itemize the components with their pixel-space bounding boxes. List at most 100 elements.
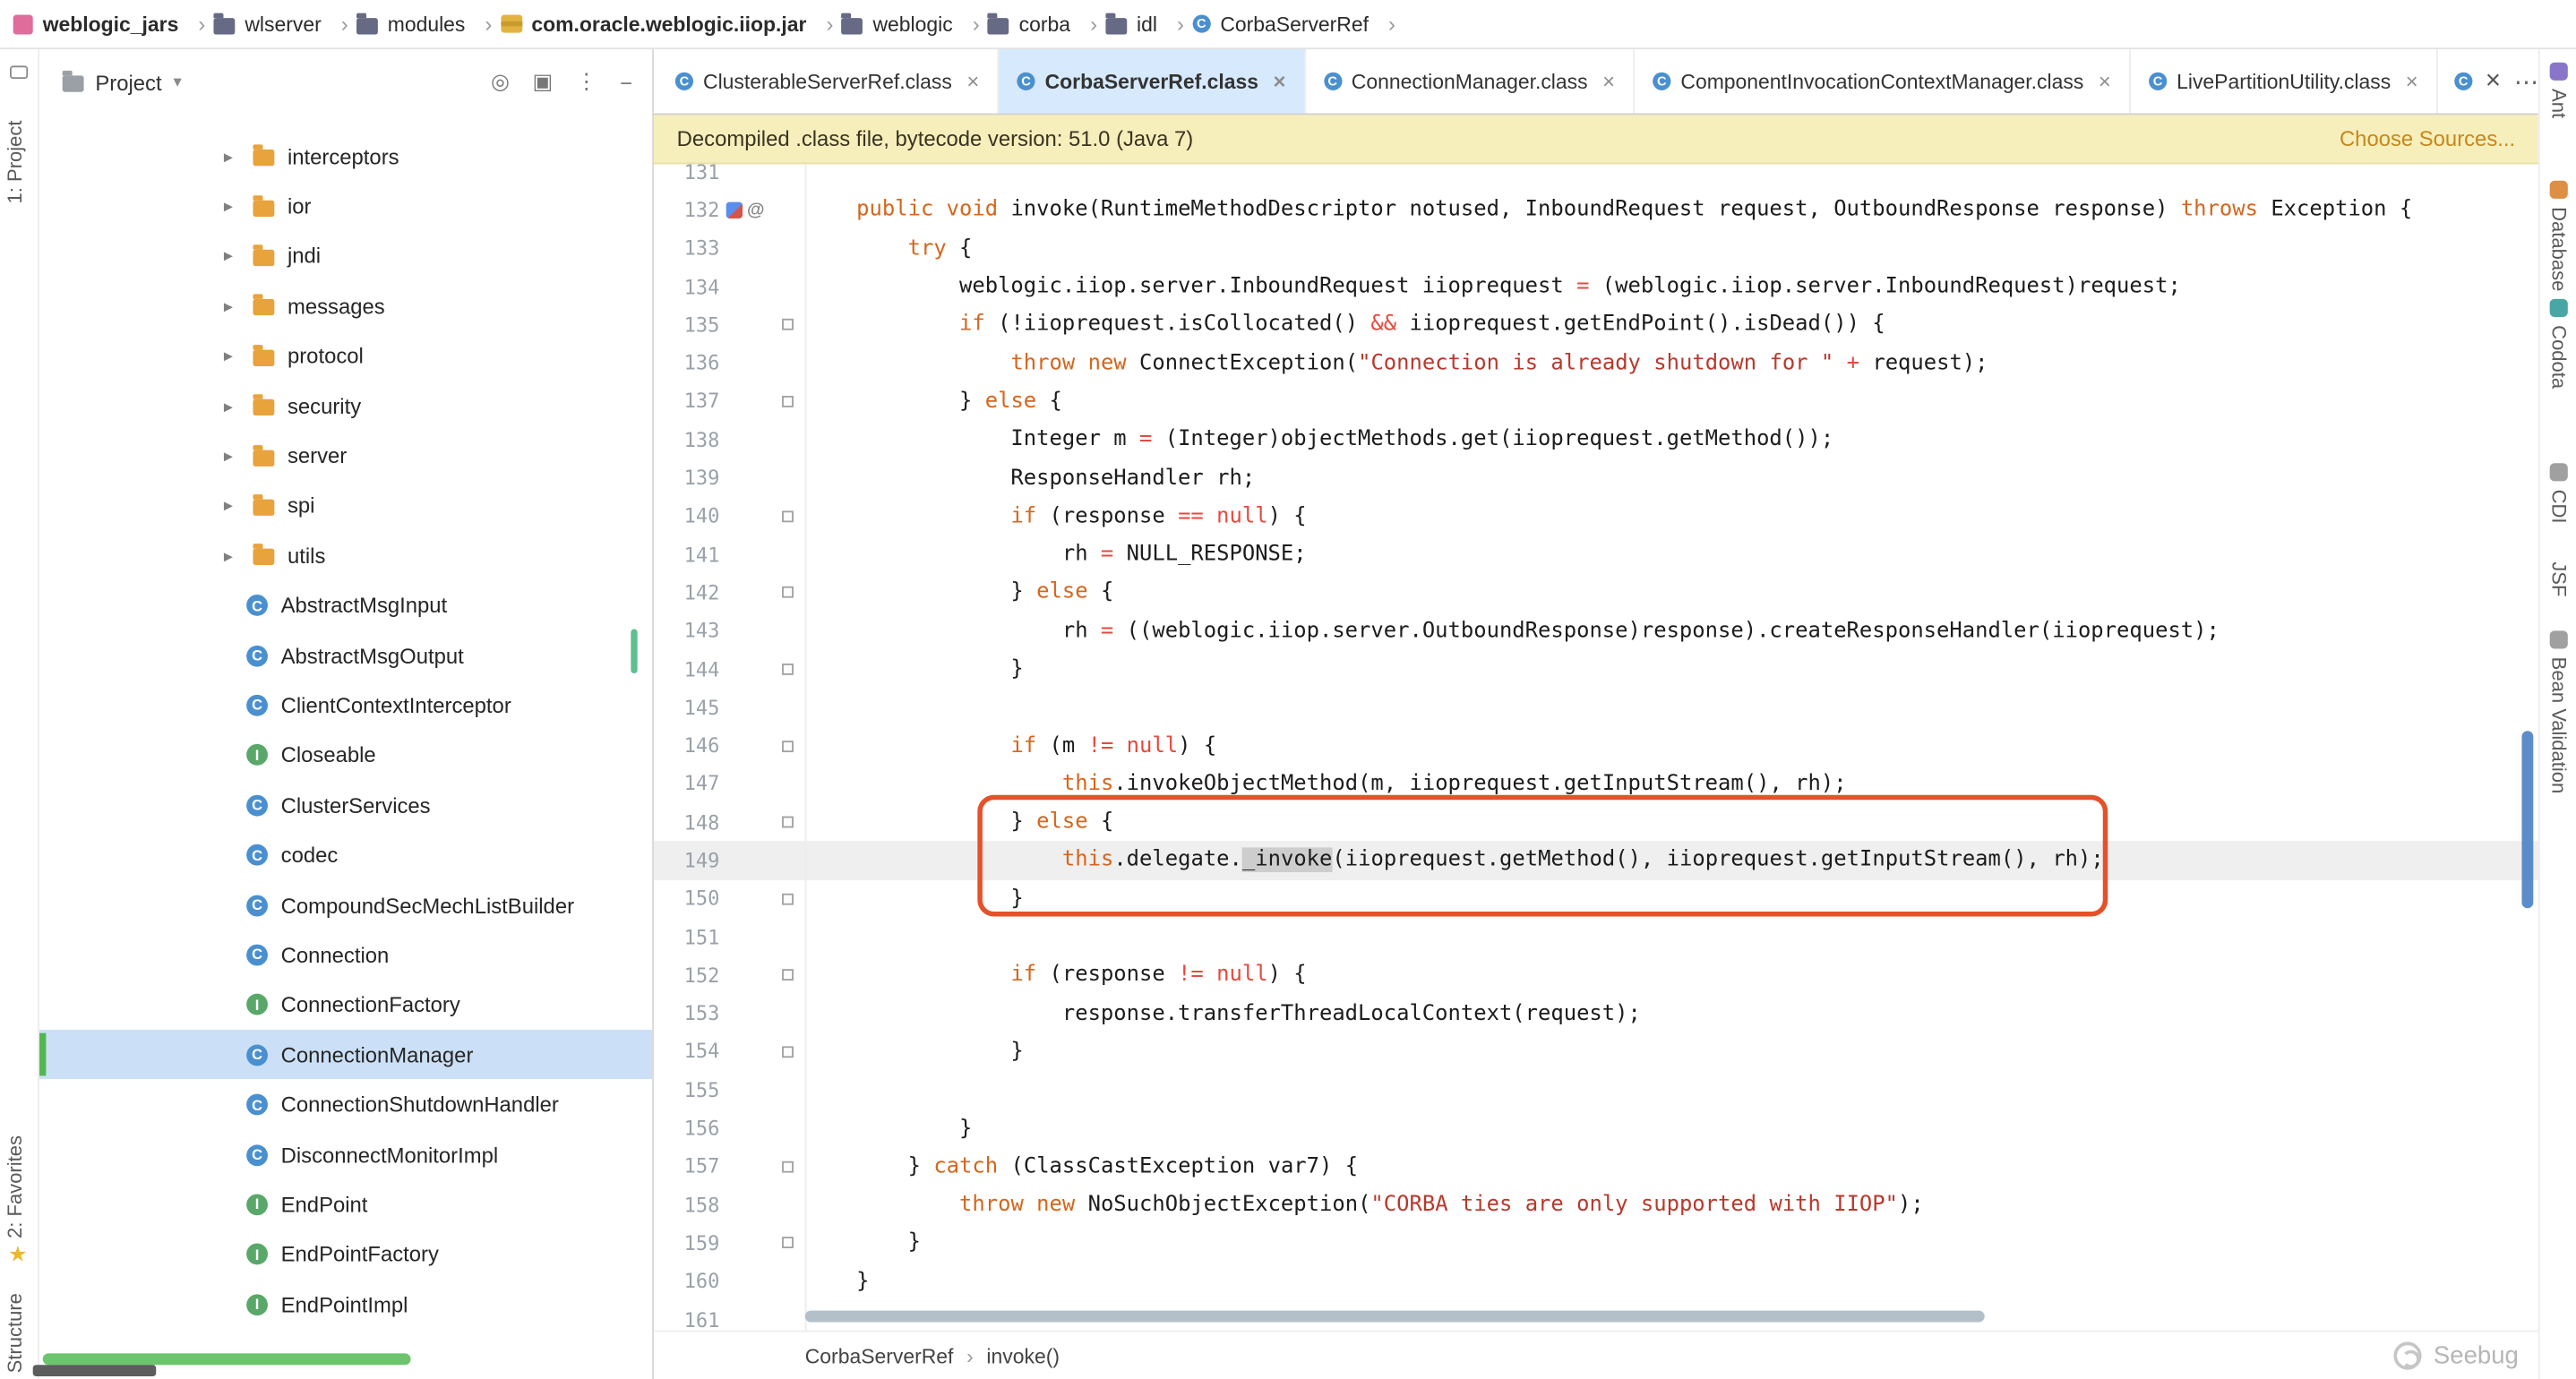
line-number[interactable]: 151 (654, 926, 719, 949)
code-line-141[interactable]: 141 rh = NULL_RESPONSE; (654, 535, 2538, 574)
tree-folder-jndi[interactable]: ▸jndi (39, 231, 652, 281)
tab-corbaserverref-class[interactable]: CorbaServerRef.class× (999, 49, 1305, 114)
fold-marker-icon[interactable] (781, 319, 793, 330)
line-number[interactable]: 160 (654, 1270, 719, 1293)
code-line-148[interactable]: 148 } else { (654, 803, 2538, 842)
code-line-142[interactable]: 142 } else { (654, 574, 2538, 612)
tab-connectionmanager-class[interactable]: ConnectionManager.class× (1305, 49, 1635, 114)
line-number[interactable]: 145 (654, 696, 719, 719)
line-number[interactable]: 159 (654, 1232, 719, 1255)
line-number[interactable]: 148 (654, 811, 719, 835)
code-line-151[interactable]: 151 (654, 918, 2538, 956)
code-line-159[interactable]: 159 } (654, 1224, 2538, 1263)
tool-button-ant[interactable]: Ant (2540, 63, 2576, 127)
breadcrumb-class[interactable]: CorbaServerRef (805, 1344, 954, 1367)
code-line-158[interactable]: 158 throw new NoSuchObjectException("COR… (654, 1186, 2538, 1224)
line-number[interactable]: 152 (654, 964, 719, 987)
code-line-139[interactable]: 139 ResponseHandler rh; (654, 458, 2538, 497)
tree-class-ConnectionFactory[interactable]: ConnectionFactory (39, 980, 652, 1030)
line-number[interactable]: 131 (654, 164, 719, 183)
code-line-150[interactable]: 150 } (654, 879, 2538, 918)
close-icon[interactable]: × (2486, 66, 2501, 96)
code-line-156[interactable]: 156 } (654, 1109, 2538, 1148)
line-number[interactable]: 153 (654, 1002, 719, 1025)
code-line-149[interactable]: 149 this.delegate._invoke(iioprequest.ge… (654, 842, 2538, 880)
close-icon[interactable]: × (2406, 69, 2418, 94)
tool-button-bean-validation[interactable]: Bean Validation (2540, 630, 2576, 801)
code-line-137[interactable]: 137 } else { (654, 382, 2538, 421)
code-line-157[interactable]: 157 } catch (ClassCastException var7) { (654, 1148, 2538, 1186)
tree-class-EndPoint[interactable]: EndPoint (39, 1179, 652, 1229)
tree-folder-messages[interactable]: ▸messages (39, 281, 652, 331)
tree-class-ClusterServices[interactable]: ClusterServices (39, 780, 652, 830)
code-line-134[interactable]: 134 weblogic.iiop.server.InboundRequest … (654, 268, 2538, 306)
line-number[interactable]: 138 (654, 428, 719, 451)
line-number[interactable]: 132 (654, 199, 719, 222)
line-number[interactable]: 155 (654, 1079, 719, 1102)
code-line-140[interactable]: 140 if (response == null) { (654, 497, 2538, 535)
chevron-right-icon[interactable]: ▸ (217, 146, 240, 167)
breadcrumb-item[interactable]: CorbaServerRef› (1192, 12, 1400, 37)
tree-folder-spi[interactable]: ▸spi (39, 481, 652, 531)
tree-class-AbstractMsgOutput[interactable]: AbstractMsgOutput (39, 630, 652, 681)
line-number[interactable]: 150 (654, 887, 719, 911)
tree-class-AbstractMsgInput[interactable]: AbstractMsgInput (39, 580, 652, 630)
code-line-152[interactable]: 152 if (response != null) { (654, 956, 2538, 995)
editor-hscrollbar[interactable] (805, 1311, 1985, 1323)
editor-vscrollbar[interactable] (2521, 731, 2533, 908)
tree-class-ConnectionManager[interactable]: ConnectionManager (39, 1030, 652, 1080)
breadcrumb-item[interactable]: corba› (988, 12, 1103, 37)
line-number[interactable]: 158 (654, 1194, 719, 1217)
close-icon[interactable]: × (2099, 69, 2111, 94)
close-icon[interactable]: × (966, 69, 979, 94)
tree-folder-security[interactable]: ▸security (39, 381, 652, 431)
code-line-147[interactable]: 147 this.invokeObjectMethod(m, iiopreque… (654, 765, 2538, 803)
code-line-138[interactable]: 138 Integer m = (Integer)objectMethods.g… (654, 421, 2538, 459)
code-line-131[interactable]: 131 (654, 164, 2538, 191)
fold-marker-icon[interactable] (781, 740, 793, 751)
chevron-right-icon[interactable]: ▸ (217, 445, 240, 467)
code-line-133[interactable]: 133 try { (654, 229, 2538, 268)
code-line-154[interactable]: 154 } (654, 1032, 2538, 1071)
more-tabs-icon[interactable]: ⋯ (2514, 66, 2540, 96)
tree-class-ConnectionShutdownHandler[interactable]: ConnectionShutdownHandler (39, 1080, 652, 1130)
line-number[interactable]: 134 (654, 275, 719, 298)
line-number[interactable]: 140 (654, 505, 719, 528)
split-icon[interactable]: ▣ (532, 69, 553, 95)
chevron-right-icon[interactable]: ▸ (217, 495, 240, 517)
tree-folder-protocol[interactable]: ▸protocol (39, 331, 652, 381)
fold-marker-icon[interactable] (781, 893, 793, 904)
tree-folder-utils[interactable]: ▸utils (39, 531, 652, 581)
chevron-right-icon[interactable]: ▸ (217, 346, 240, 367)
line-number[interactable]: 136 (654, 352, 719, 375)
tab-livepartitionutility-class[interactable]: LivePartitionUtility.class× (2131, 49, 2438, 114)
line-number[interactable]: 137 (654, 390, 719, 413)
line-number[interactable]: 144 (654, 658, 719, 681)
line-number[interactable]: 156 (654, 1117, 719, 1140)
hide-panel-icon[interactable]: − (620, 70, 632, 95)
tool-button-jsf[interactable]: JSF (2540, 561, 2576, 604)
tab-componentinvocationcontextmanager-class[interactable]: ComponentInvocationContextManager.class× (1635, 49, 2131, 114)
tree-class-codec[interactable]: codec (39, 830, 652, 880)
line-number[interactable]: 139 (654, 467, 719, 490)
breadcrumb-item[interactable]: com.oracle.weblogic.iiop.jar› (501, 12, 838, 37)
fold-marker-icon[interactable] (781, 664, 793, 675)
fold-marker-icon[interactable] (781, 396, 793, 407)
tree-class-DisconnectMonitorImpl[interactable]: DisconnectMonitorImpl (39, 1130, 652, 1180)
fold-marker-icon[interactable] (781, 1161, 793, 1173)
tree-folder-ior[interactable]: ▸ior (39, 181, 652, 231)
project-tree-vscrollbar[interactable] (631, 629, 637, 673)
tree-class-Closeable[interactable]: Closeable (39, 731, 652, 781)
bytecode-icon[interactable] (726, 201, 742, 218)
close-icon[interactable]: × (1273, 69, 1285, 94)
code-line-135[interactable]: 135 if (!iioprequest.isCollocated() && i… (654, 306, 2538, 345)
code-line-144[interactable]: 144 } (654, 650, 2538, 689)
line-number[interactable]: 149 (654, 849, 719, 872)
tree-class-ClientContextInterceptor[interactable]: ClientContextInterceptor (39, 681, 652, 731)
fold-marker-icon[interactable] (781, 1046, 793, 1058)
tool-button-database[interactable]: Database (2540, 181, 2576, 300)
chevron-right-icon[interactable]: ▸ (217, 296, 240, 317)
code-line-136[interactable]: 136 throw new ConnectException("Connecti… (654, 344, 2538, 382)
locate-icon[interactable]: ◎ (491, 69, 510, 95)
line-number[interactable]: 146 (654, 734, 719, 758)
